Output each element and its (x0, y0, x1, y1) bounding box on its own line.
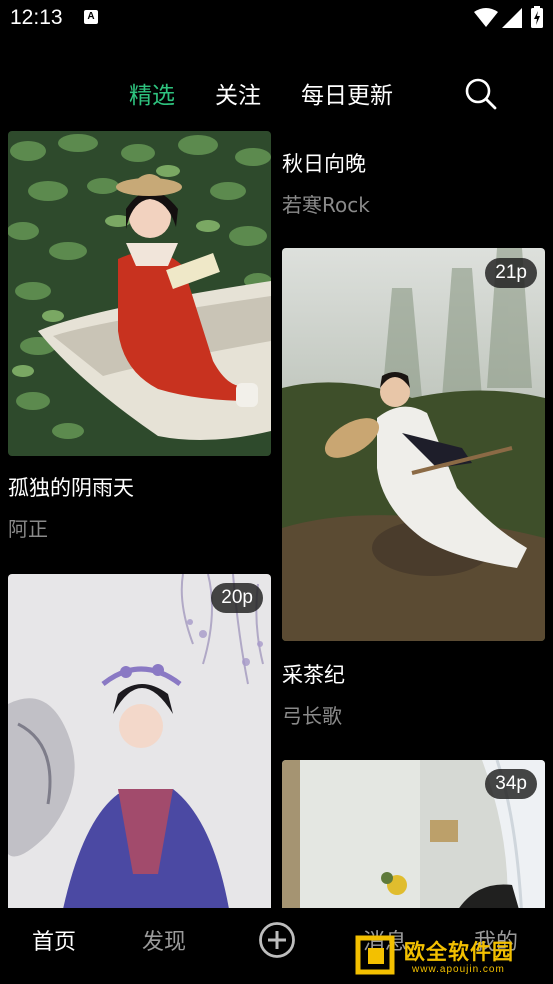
photo-cover[interactable] (8, 131, 271, 456)
photo-author[interactable]: 若寒Rock (282, 189, 370, 218)
photo-count-badge: 21p (485, 258, 537, 288)
watermark-url: www.apoujin.com (412, 964, 505, 975)
photo-title: 采茶纪 (282, 663, 345, 687)
status-bar: 12:13 A (0, 0, 553, 36)
photo-cover[interactable]: 34p (282, 760, 545, 908)
cellular-signal-icon (502, 8, 522, 28)
watermark-logo-icon (355, 935, 395, 975)
battery-icon (531, 6, 543, 28)
search-icon[interactable] (463, 76, 499, 112)
tab-featured[interactable]: 精选 (129, 76, 175, 110)
notification-icon: A (84, 10, 98, 24)
tab-daily-update[interactable]: 每日更新 (301, 76, 393, 110)
wifi-icon (474, 8, 498, 27)
photo-feed[interactable]: 孤独的阴雨天 阿正 20p 秋日向晚 若寒Rock 21p 采茶纪 弓长歌 34… (0, 131, 553, 908)
watermark-logo: 欧全软件园 www.apoujin.com (352, 934, 548, 978)
watermark-text: 欧全软件园 (404, 940, 514, 964)
status-time: 12:13 (10, 6, 63, 29)
photo-cover[interactable]: 21p (282, 248, 545, 641)
photo-count-badge: 20p (211, 583, 263, 613)
photo-author[interactable]: 弓长歌 (282, 700, 342, 729)
nav-discover[interactable]: 发现 (142, 924, 186, 956)
photo-count-badge: 34p (485, 769, 537, 799)
tab-following[interactable]: 关注 (215, 76, 261, 110)
photo-author[interactable]: 阿正 (8, 513, 48, 542)
photo-title: 秋日向晚 (282, 152, 366, 176)
add-post-icon[interactable] (258, 921, 296, 959)
nav-home[interactable]: 首页 (32, 924, 76, 956)
photo-title: 孤独的阴雨天 (8, 476, 134, 500)
photo-cover[interactable]: 20p (8, 574, 271, 908)
